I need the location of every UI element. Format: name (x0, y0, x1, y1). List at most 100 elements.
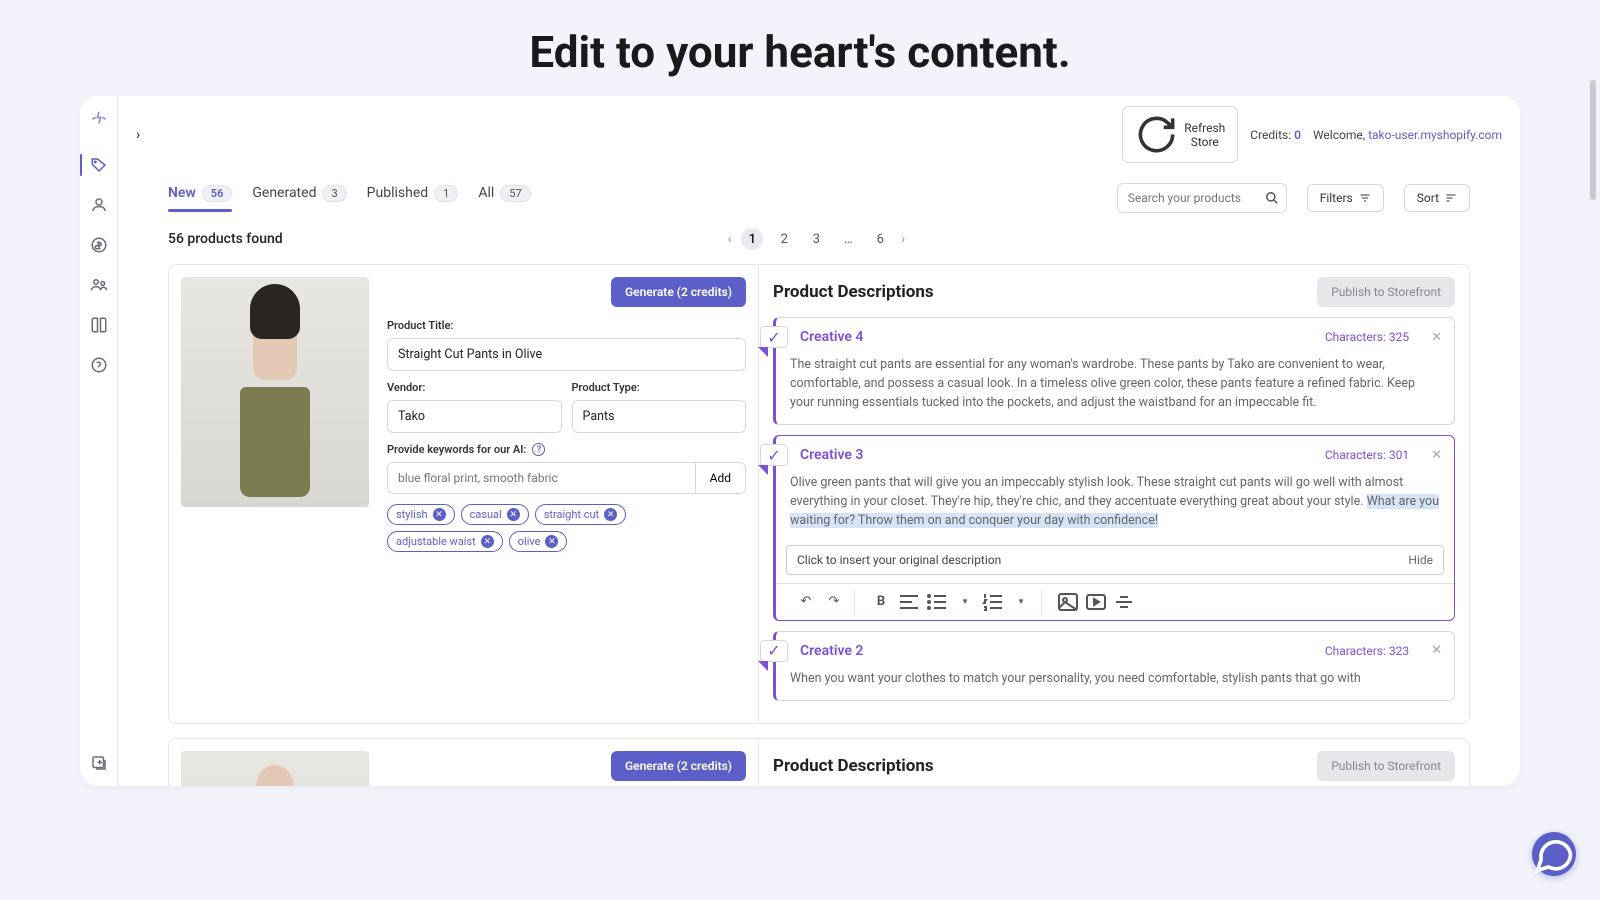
publish-button: Publish to Storefront (1317, 751, 1455, 781)
bold-icon[interactable]: B (869, 590, 893, 614)
type-label: Product Type: (572, 381, 747, 394)
page-3[interactable]: 3 (805, 228, 827, 250)
tag-item: adjustable waist✕ (387, 531, 503, 552)
hero-title: Edit to your heart's content. (0, 0, 1600, 96)
nav-tag-icon[interactable] (90, 156, 108, 174)
title-label: Product Title: (387, 319, 746, 332)
creative-card: ✓ Creative 3 Characters: 301 ✕ Olive gre… (773, 435, 1455, 620)
product-form: Generate (2 credits) Product Title: Vend… (169, 739, 759, 786)
editor-toolbar: ↶ ↷ B ▾ ▾ (776, 583, 1454, 620)
tag-item: olive✕ (509, 531, 568, 552)
sort-button[interactable]: Sort (1404, 184, 1470, 212)
filters-icon (1359, 192, 1371, 204)
char-count: Characters: 301 (1325, 448, 1409, 462)
char-count: Characters: 325 (1325, 330, 1409, 344)
page-2[interactable]: 2 (773, 228, 795, 250)
tab-published[interactable]: Published1 (367, 185, 459, 212)
type-input[interactable] (572, 400, 747, 433)
numbered-list-icon[interactable] (981, 590, 1005, 614)
select-creative-button[interactable]: ✓ (760, 640, 788, 662)
app-frame: › Refresh Store Credits: 0 Welcome, tako… (80, 96, 1520, 786)
main-area: › Refresh Store Credits: 0 Welcome, tako… (118, 96, 1520, 786)
creative-title: Creative 4 (800, 329, 863, 345)
select-creative-button[interactable]: ✓ (760, 444, 788, 466)
page-ellipsis: … (837, 228, 859, 250)
tab-generated[interactable]: Generated3 (252, 185, 346, 212)
expand-sidebar-icon[interactable]: › (136, 127, 140, 143)
creative-body[interactable]: When you want your clothes to match your… (776, 670, 1454, 701)
hide-button[interactable]: Hide (1408, 553, 1433, 567)
tag-remove-icon[interactable]: ✕ (481, 535, 494, 548)
tag-item: stylish✕ (387, 504, 455, 525)
search-wrap (1117, 183, 1287, 213)
page-prev-icon[interactable]: ‹ (728, 232, 732, 246)
insert-original-button[interactable]: Click to insert your original descriptio… (786, 545, 1444, 575)
nav-user-icon[interactable] (90, 196, 108, 214)
topbar: › Refresh Store Credits: 0 Welcome, tako… (118, 96, 1520, 173)
tag-remove-icon[interactable]: ✕ (433, 508, 446, 521)
search-input[interactable] (1117, 183, 1287, 213)
chevron-down-icon[interactable]: ▾ (953, 590, 977, 614)
product-image (181, 277, 369, 507)
tag-item: straight cut✕ (535, 504, 626, 525)
creative-card: ✓ Creative 2 Characters: 323 ✕ When you … (773, 631, 1455, 702)
nav-compose-icon[interactable] (90, 754, 108, 772)
redo-icon[interactable]: ↷ (822, 590, 846, 614)
welcome-text: Welcome, tako-user.myshopify.com (1313, 128, 1502, 142)
page-1[interactable]: 1 (741, 228, 763, 250)
image-icon[interactable] (1056, 590, 1080, 614)
app-logo-icon (89, 110, 109, 130)
descriptions-title: Product Descriptions (773, 282, 934, 302)
keywords-input[interactable] (387, 462, 695, 494)
strikethrough-icon[interactable] (1112, 590, 1136, 614)
tab-new[interactable]: New56 (168, 185, 232, 212)
page-next-icon[interactable]: › (901, 232, 905, 246)
store-link[interactable]: tako-user.myshopify.com (1368, 128, 1502, 142)
product-title-input[interactable] (387, 338, 746, 371)
sidebar (80, 96, 118, 786)
char-count: Characters: 323 (1325, 644, 1409, 658)
select-creative-button[interactable]: ✓ (760, 326, 788, 348)
chevron-down-icon[interactable]: ▾ (1009, 590, 1033, 614)
creative-body-editable[interactable]: Olive green pants that will give you an … (776, 474, 1454, 538)
nav-docs-icon[interactable] (90, 316, 108, 334)
pagination: ‹ 1 2 3 … 6 › (728, 228, 905, 250)
product-form: Generate (2 credits) Product Title: Vend… (169, 265, 759, 723)
delete-creative-icon[interactable]: ✕ (1431, 448, 1442, 463)
vendor-label: Vendor: (387, 381, 562, 394)
product-list: Generate (2 credits) Product Title: Vend… (118, 264, 1520, 786)
results-count: 56 products found (168, 231, 283, 247)
product-card: Generate (2 credits) Product Title: Vend… (168, 738, 1470, 786)
vendor-input[interactable] (387, 400, 562, 433)
keywords-label: Provide keywords for our AI:? (387, 443, 746, 456)
descriptions-panel: Product Descriptions Publish to Storefro… (759, 265, 1469, 723)
results-row: 56 products found ‹ 1 2 3 … 6 › (118, 214, 1520, 264)
product-card: Generate (2 credits) Product Title: Vend… (168, 264, 1470, 724)
video-icon[interactable] (1084, 590, 1108, 614)
tags-list: stylish✕ casual✕ straight cut✕ adjustabl… (387, 504, 746, 552)
tab-bar: New56 Generated3 Published1 All57 Filter… (118, 173, 1520, 214)
search-icon[interactable] (1265, 190, 1279, 209)
creative-body[interactable]: The straight cut pants are essential for… (776, 356, 1454, 424)
add-keyword-button[interactable]: Add (695, 462, 746, 494)
tag-remove-icon[interactable]: ✕ (545, 535, 558, 548)
nav-help-icon[interactable] (90, 356, 108, 374)
nav-team-icon[interactable] (90, 276, 108, 294)
credits-display: Credits: 0 (1250, 128, 1301, 142)
bullet-list-icon[interactable] (925, 590, 949, 614)
generate-button[interactable]: Generate (2 credits) (611, 751, 746, 781)
tag-remove-icon[interactable]: ✕ (604, 508, 617, 521)
delete-creative-icon[interactable]: ✕ (1431, 330, 1442, 345)
info-icon[interactable]: ? (532, 443, 545, 456)
tag-remove-icon[interactable]: ✕ (507, 508, 520, 521)
refresh-store-button[interactable]: Refresh Store (1122, 106, 1238, 163)
delete-creative-icon[interactable]: ✕ (1431, 643, 1442, 658)
undo-icon[interactable]: ↶ (794, 590, 818, 614)
tab-all[interactable]: All57 (478, 185, 530, 212)
filters-button[interactable]: Filters (1307, 184, 1384, 212)
generate-button[interactable]: Generate (2 credits) (611, 277, 746, 307)
nav-credits-icon[interactable] (90, 236, 108, 254)
creative-title: Creative 2 (800, 643, 863, 659)
align-icon[interactable] (897, 590, 921, 614)
page-6[interactable]: 6 (869, 228, 891, 250)
